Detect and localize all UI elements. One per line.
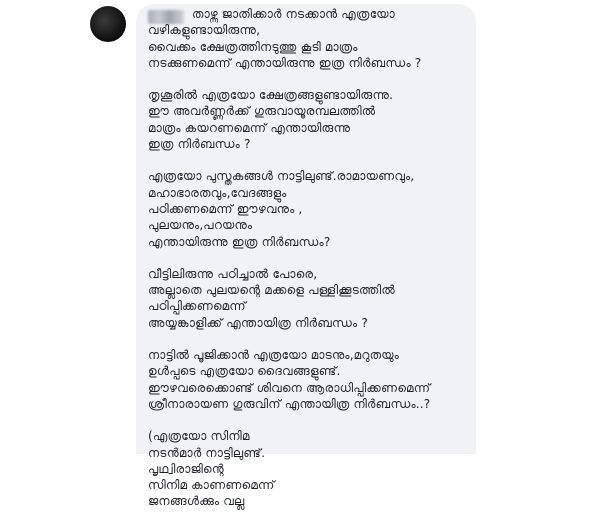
comment-line: ജനങ്ങൾക്കും വല്ല <box>148 494 245 509</box>
comment-line: അല്ലാതെ പുലയന്റെ മക്കളെ പള്ളിക്കൂടത്തിൽ <box>148 283 396 298</box>
comment-line: വൈക്കം ക്ഷേത്രത്തിനടുത്തു കൂടി മാത്രം <box>148 39 358 54</box>
comment-line: നടക്കുണമെന്ന് എന്തായിരുന്നു ഇത്ര നിർബന്ധ… <box>148 55 422 70</box>
comment-line: ശ്രീനാരായണ ഗുരുവിന് എന്തായിത്ര നിർബന്ധം.… <box>148 396 431 411</box>
comment-paragraph: (എത്രയോ സിനിമ നടൻമാർ നാട്ടിലുണ്ട്. പൃഥ്വ… <box>148 428 468 509</box>
comment-paragraph: എത്രയോ പുസ്തകങ്ങൾ നാട്ടിലുണ്ട്.രാമായണവും… <box>148 168 468 249</box>
comment-line: പഠിക്കണമെന്ന് ഈഴവനും , <box>148 201 303 216</box>
comment-line: എന്തായിരുന്നു ഇത്ര നിർബന്ധം? <box>148 234 331 249</box>
avatar[interactable] <box>90 6 126 42</box>
comment-paragraph: നാട്ടിൽ പൂജിക്കാൻ എത്രയോ മാടനും,മറുതയും … <box>148 347 468 412</box>
comment-line: വീട്ടിലിരുന്നു പഠിച്ചാൽ പോരെ, <box>148 266 318 281</box>
comment-line: (എത്രയോ സിനിമ <box>148 429 250 444</box>
comment-line: ഈഴവരെക്കൊണ്ട് ശിവനെ ആരാധിപ്പിക്കണമെന്ന് <box>148 380 431 395</box>
comment-line: പഠിപ്പിക്കണമെന്ന് <box>148 299 246 314</box>
comment-line: വഴികളുണ്ടായിരുന്നു, <box>148 23 261 38</box>
comment-line: പുലയനും,പറയനും <box>148 218 253 233</box>
comment-line: മഹാഭാരതവും,വേദങ്ങളും <box>148 185 287 200</box>
comment-line: തൃശൂരിൽ എത്രയോ ക്ഷേത്രങ്ങളുണ്ടായിരുന്നു. <box>148 88 394 103</box>
comment-line: ഈ അവർണ്ണർക്ക് ഗുരുവായൂരമ്പലത്തിൽ <box>148 104 376 119</box>
comment-paragraph: തൃശൂരിൽ എത്രയോ ക്ഷേത്രങ്ങളുണ്ടായിരുന്നു.… <box>148 87 468 152</box>
comment-line: അയ്യങ്കാളിക്ക് എന്തായിത്ര നിർബന്ധം ? <box>148 315 368 330</box>
comment-line: മാത്രം കയറണമെന്ന് എന്തായിരുന്നു <box>148 120 351 135</box>
comment-line: പൃഥ്വിരാജിന്റെ <box>148 461 224 476</box>
comment-line: നടൻമാർ നാട്ടിലുണ്ട്. <box>148 445 266 460</box>
comment-line: ഇത്ര നിർബന്ധം ? <box>148 137 251 152</box>
comment-paragraph: വീട്ടിലിരുന്നു പഠിച്ചാൽ പോരെ, അല്ലാതെ പു… <box>148 266 468 331</box>
comment-line: താഴ്ന്ന ജാതിക്കാർ നടക്കാൻ എത്രയോ <box>192 7 395 21</box>
comment-line: നാട്ടിൽ പൂജിക്കാൻ എത്രയോ മാടനും,മറുതയും <box>148 348 399 363</box>
comment-paragraph: താഴ്ന്ന ജാതിക്കാർ നടക്കാൻ എത്രയോ വഴികളുണ… <box>148 6 468 71</box>
screenshot-frame: താഴ്ന്ന ജാതിക്കാർ നടക്കാൻ എത്രയോ വഴികളുണ… <box>0 0 600 508</box>
comment-body: താഴ്ന്ന ജാതിക്കാർ നടക്കാൻ എത്രയോ വഴികളുണ… <box>148 6 468 526</box>
comment-line: ഉൾപ്പടെ എത്രയോ ദൈവങ്ങളുണ്ട്. <box>148 364 341 379</box>
comment-line: എത്രയോ പുസ്തകങ്ങൾ നാട്ടിലുണ്ട്.രാമായണവും… <box>148 169 415 184</box>
comment-line: സിനിമ കാണണമെന്ന് <box>148 478 275 493</box>
